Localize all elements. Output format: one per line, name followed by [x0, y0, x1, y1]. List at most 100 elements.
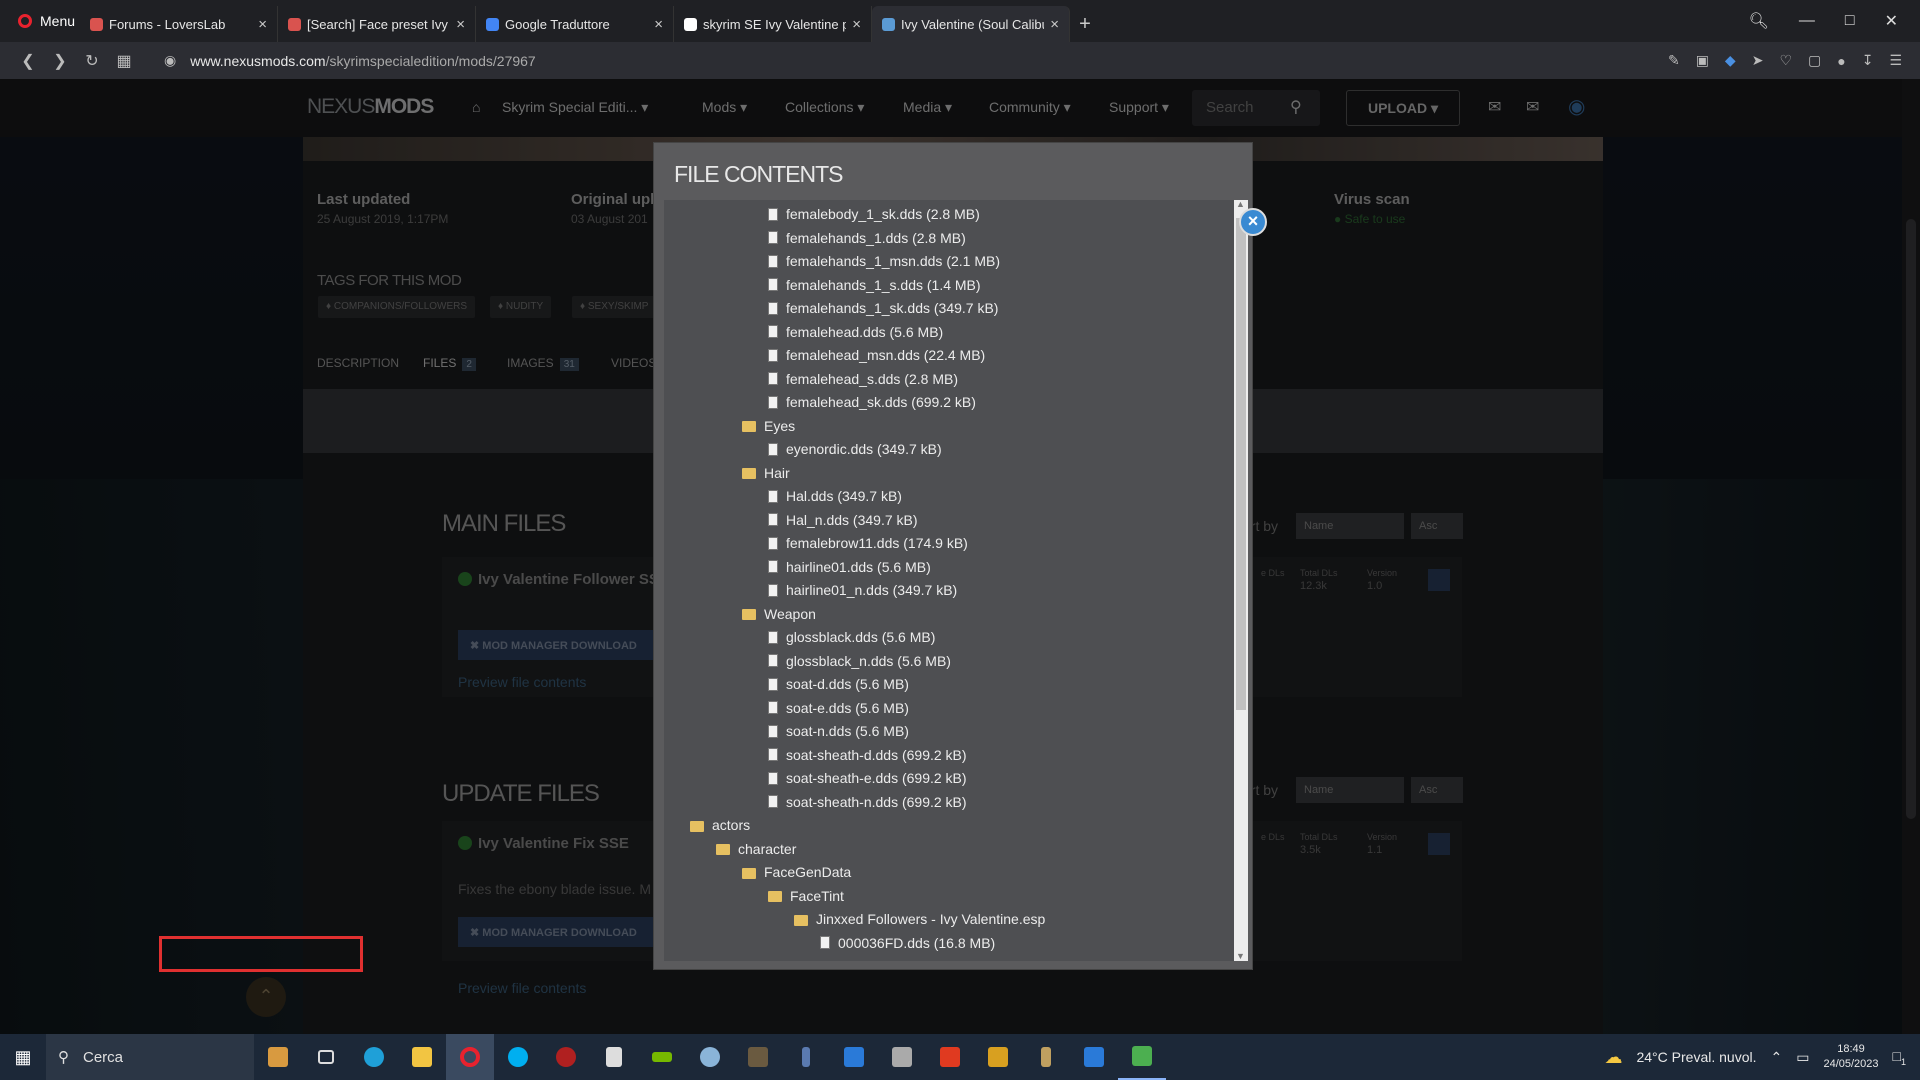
tree-folder[interactable]: character — [716, 838, 796, 860]
app-icon-paint[interactable] — [686, 1034, 734, 1080]
app-icon-99[interactable] — [974, 1034, 1022, 1080]
search-highlight-icon[interactable] — [254, 1034, 302, 1080]
tree-folder[interactable]: FaceGenData — [742, 861, 851, 883]
file-icon — [768, 795, 778, 808]
new-tab-button[interactable]: + — [1070, 6, 1100, 42]
tree-label: glossblack_n.dds (5.6 MB) — [786, 652, 951, 669]
tree-folder[interactable]: Hair — [742, 462, 790, 484]
tray-expand-icon[interactable]: ⌃ — [1770, 1049, 1782, 1066]
app-icon-pen[interactable] — [782, 1034, 830, 1080]
tree-file[interactable]: Hal.dds (349.7 kB) — [768, 485, 902, 507]
tree-file[interactable]: Hal_n.dds (349.7 kB) — [768, 509, 918, 531]
tree-folder[interactable]: Eyes — [742, 415, 795, 437]
browser-tab[interactable]: skyrim SE Ivy Valentine pre × — [674, 6, 872, 42]
file-tree: femalebody_1_sk.dds (2.8 MB) femalehands_… — [664, 200, 1234, 961]
skype-icon[interactable] — [494, 1034, 542, 1080]
notifications-icon[interactable]: □1 — [1893, 1048, 1906, 1067]
tree-file[interactable]: eyenordic.dds (349.7 kB) — [768, 438, 942, 460]
app-icon-sheets[interactable] — [1118, 1034, 1166, 1080]
tree-file[interactable]: femalehands_1_msn.dds (2.1 MB) — [768, 250, 1000, 272]
url-domain: www.nexusmods.com — [190, 52, 326, 69]
tree-file[interactable]: soat-sheath-e.dds (699.2 kB) — [768, 767, 967, 789]
send-icon[interactable]: ➤ — [1752, 52, 1764, 69]
tree-file[interactable]: 000036FD.dds (16.8 MB) — [820, 932, 995, 954]
app-icon-window[interactable] — [830, 1034, 878, 1080]
app-icon-nvidia[interactable] — [638, 1034, 686, 1080]
close-window-icon[interactable]: ✕ — [1885, 11, 1898, 31]
app-icon-calc[interactable] — [878, 1034, 926, 1080]
app-icon-f[interactable] — [926, 1034, 974, 1080]
tree-folder[interactable]: Jinxxed Followers - Ivy Valentine.esp — [794, 908, 1045, 930]
tree-file[interactable]: soat-n.dds (5.6 MB) — [768, 720, 909, 742]
edge-icon[interactable] — [350, 1034, 398, 1080]
weather-text[interactable]: 24°C Preval. nuvol. — [1636, 1049, 1756, 1065]
tab-close-icon[interactable]: × — [654, 16, 663, 33]
weather-cloud-icon[interactable]: ☁ — [1604, 1047, 1622, 1068]
tree-file[interactable]: femalebrow11.dds (174.9 kB) — [768, 532, 968, 554]
cube-icon[interactable]: ▢ — [1808, 52, 1821, 69]
tab-close-icon[interactable]: × — [852, 16, 861, 33]
back-icon[interactable]: ❮ — [12, 51, 44, 71]
app-icon-window2[interactable] — [1070, 1034, 1118, 1080]
tab-close-icon[interactable]: × — [258, 16, 267, 33]
easy-files-icon[interactable]: ✎ — [1668, 52, 1680, 69]
tab-grid-icon[interactable]: ▦ — [108, 51, 140, 71]
browser-search-icon[interactable]: 🔍︎ — [1749, 11, 1769, 31]
tab-close-icon[interactable]: × — [456, 16, 465, 33]
scroll-down-icon[interactable]: ▼ — [1236, 951, 1245, 961]
url-field[interactable]: ◉ www.nexusmods.com/skyrimspecialedition… — [164, 52, 536, 69]
download-icon[interactable]: ↧ — [1862, 52, 1874, 69]
tree-file[interactable]: soat-d.dds (5.6 MB) — [768, 673, 909, 695]
tree-file[interactable]: femalehands_1_s.dds (1.4 MB) — [768, 274, 981, 296]
tree-folder[interactable]: FaceTint — [768, 885, 844, 907]
app-icon-chart[interactable] — [590, 1034, 638, 1080]
minimize-icon[interactable]: — — [1799, 12, 1815, 30]
tree-file[interactable]: soat-e.dds (5.6 MB) — [768, 697, 909, 719]
shield-icon[interactable]: ◆ — [1725, 52, 1736, 69]
snapshot-icon[interactable]: ▣ — [1696, 52, 1709, 69]
tree-file[interactable]: femalehead.dds (5.6 MB) — [768, 321, 943, 343]
tree-file[interactable]: soat-sheath-d.dds (699.2 kB) — [768, 744, 967, 766]
file-icon — [768, 771, 778, 785]
taskbar-search[interactable]: ⚲ Cerca — [46, 1034, 254, 1080]
tree-file[interactable]: hairline01_n.dds (349.7 kB) — [768, 579, 957, 601]
tree-file[interactable]: glossblack_n.dds (5.6 MB) — [768, 650, 951, 672]
reload-icon[interactable]: ↻ — [76, 51, 108, 71]
browser-tab[interactable]: Forums - LoversLab × — [80, 6, 278, 42]
tree-file[interactable]: femalebody_1_sk.dds (2.8 MB) — [768, 203, 980, 225]
tree-folder[interactable]: Weapon — [742, 603, 816, 625]
tree-label: femalehands_1_sk.dds (349.7 kB) — [786, 300, 999, 316]
opera-taskbar-icon[interactable] — [446, 1034, 494, 1080]
file-tree-scrollbar[interactable]: ▲ ▼ — [1234, 199, 1248, 961]
app-icon-game[interactable] — [734, 1034, 782, 1080]
scroll-up-icon[interactable]: ▲ — [1236, 199, 1245, 209]
tree-file[interactable]: femalehead_msn.dds (22.4 MB) — [768, 344, 985, 366]
app-icon-red[interactable] — [542, 1034, 590, 1080]
tree-file[interactable]: femalehead_s.dds (2.8 MB) — [768, 368, 958, 390]
browser-tab[interactable]: Ivy Valentine (Soul Calibur × — [872, 6, 1070, 42]
network-icon[interactable]: ▭ — [1796, 1049, 1809, 1066]
file-explorer-icon[interactable] — [398, 1034, 446, 1080]
heart-icon[interactable]: ♡ — [1779, 52, 1792, 69]
clock[interactable]: 18:49 24/05/2023 — [1823, 1042, 1878, 1072]
tree-file[interactable]: hairline01.dds (5.6 MB) — [768, 556, 931, 578]
tree-folder[interactable]: actors — [690, 814, 750, 836]
task-view-icon[interactable] — [302, 1034, 350, 1080]
opera-menu-button[interactable]: Menu — [0, 0, 80, 42]
app-icon-arrow[interactable] — [1022, 1034, 1070, 1080]
tree-file[interactable]: femalehead_sk.dds (699.2 kB) — [768, 391, 976, 413]
forward-icon[interactable]: ❯ — [44, 51, 76, 71]
browser-tab[interactable]: [Search] Face preset Ivy Val × — [278, 6, 476, 42]
tree-file[interactable]: glossblack.dds (5.6 MB) — [768, 626, 935, 648]
profile-icon[interactable]: ● — [1837, 53, 1845, 69]
file-icon — [768, 348, 778, 362]
modal-close-button[interactable]: × — [1239, 208, 1267, 236]
browser-tab[interactable]: Google Traduttore × — [476, 6, 674, 42]
tree-file[interactable]: soat-sheath-n.dds (699.2 kB) — [768, 791, 967, 813]
tab-close-icon[interactable]: × — [1050, 16, 1059, 33]
easy-setup-icon[interactable]: ☰ — [1889, 52, 1902, 69]
tree-file[interactable]: femalehands_1.dds (2.8 MB) — [768, 227, 966, 249]
tree-file[interactable]: femalehands_1_sk.dds (349.7 kB) — [768, 297, 998, 319]
windows-start-icon[interactable]: ▦ — [0, 1034, 46, 1080]
maximize-icon[interactable]: □ — [1845, 12, 1855, 30]
